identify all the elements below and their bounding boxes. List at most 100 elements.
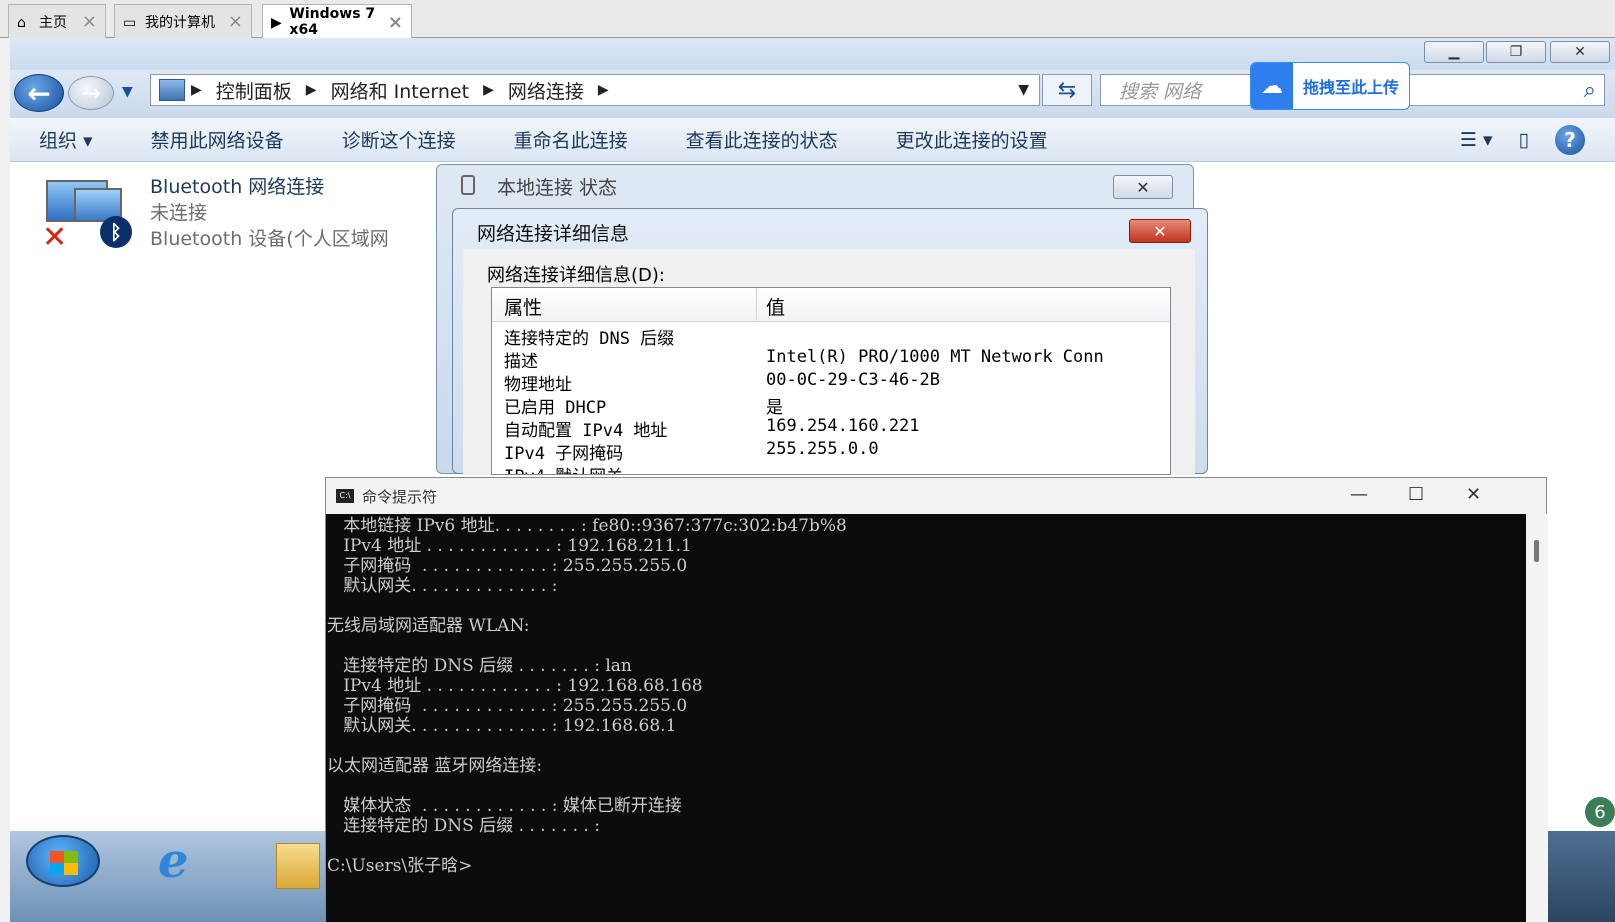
notification-badge[interactable]: 6 <box>1585 797 1615 827</box>
console-line: 以太网适配器 蓝牙网络连接: <box>327 756 543 776</box>
column-header-property[interactable]: 属性 <box>504 293 542 320</box>
refresh-button[interactable]: ⇆ <box>1042 74 1092 106</box>
upload-drop-zone[interactable]: ☁ 拖拽至此上传 <box>1250 62 1410 110</box>
vm-icon: ▶ <box>271 15 282 31</box>
view-status-button[interactable]: 查看此连接的状态 <box>657 126 867 153</box>
close-button[interactable]: ✕ <box>1466 484 1481 505</box>
console-line: IPv4 地址 . . . . . . . . . . . . : 192.16… <box>327 676 703 696</box>
view-options-icon[interactable]: ☰ ▾ <box>1460 129 1493 151</box>
change-settings-button[interactable]: 更改此连接的设置 <box>867 126 1077 153</box>
table-row[interactable]: 自动配置 IPv4 地址 169.254.160.221 <box>492 416 1170 441</box>
computer-icon: ▭ <box>123 14 137 31</box>
vm-tab-label: 我的计算机 <box>145 14 215 31</box>
upload-label: 拖拽至此上传 <box>1303 78 1400 97</box>
table-row[interactable]: IPv4 子网掩码 255.255.0.0 <box>492 439 1170 464</box>
console-line: IPv4 地址 . . . . . . . . . . . . : 192.16… <box>327 536 692 556</box>
chevron-right-icon[interactable]: ▶ <box>598 82 609 98</box>
console-output[interactable]: 本地链接 IPv6 地址. . . . . . . . : fe80::9367… <box>326 514 1526 922</box>
breadcrumb-network-internet[interactable]: 网络和 Internet <box>331 77 469 104</box>
property-cell: IPv4 默认网关 <box>504 462 623 474</box>
table-row[interactable]: IPv4 默认网关 <box>492 462 1170 474</box>
value-cell: Intel(R) PRO/1000 MT Network Conn <box>766 347 1104 367</box>
console-line: 本地链接 IPv6 地址. . . . . . . . : fe80::9367… <box>327 516 847 536</box>
maximize-button[interactable]: ☐ <box>1408 484 1424 505</box>
connection-name: Bluetooth 网络连接 <box>150 176 325 198</box>
value-cell: 255.255.0.0 <box>766 439 879 459</box>
scrollbar-thumb[interactable] <box>1534 540 1539 562</box>
bluetooth-icon: ᛒ <box>100 216 132 248</box>
scrollbar[interactable] <box>1526 514 1548 922</box>
minimize-button[interactable]: ▁ <box>1424 41 1484 63</box>
back-button[interactable]: ← <box>14 74 64 112</box>
console-line: 默认网关. . . . . . . . . . . . . : <box>327 576 558 596</box>
close-icon[interactable]: × <box>82 11 97 32</box>
diagnose-button[interactable]: 诊断这个连接 <box>313 126 485 153</box>
control-panel-icon <box>159 79 185 101</box>
history-dropdown-icon[interactable]: ▼ <box>122 84 133 100</box>
vm-tab-label: Windows 7 x64 <box>289 6 376 38</box>
console-line: 连接特定的 DNS 后缀 . . . . . . . : <box>327 816 600 836</box>
console-line: 子网掩码 . . . . . . . . . . . . : 255.255.2… <box>327 696 688 716</box>
list-item-bluetooth-connection[interactable]: ✕ ᛒ Bluetooth 网络连接 未连接 Bluetooth 设备(个人区域… <box>40 174 460 264</box>
rename-button[interactable]: 重命名此连接 <box>485 126 657 153</box>
preview-pane-icon[interactable]: ▯ <box>1519 129 1529 151</box>
value-cell: 是 <box>766 398 783 418</box>
disconnected-x-icon: ✕ <box>42 220 68 255</box>
breadcrumb-network-connections[interactable]: 网络连接 <box>508 77 584 104</box>
chevron-right-icon[interactable]: ▶ <box>191 82 202 98</box>
vm-tab-windows7[interactable]: ▶ Windows 7 x64 × <box>262 4 412 39</box>
table-row[interactable]: 描述 Intel(R) PRO/1000 MT Network Conn <box>492 347 1170 372</box>
chevron-down-icon[interactable]: ▼ <box>1018 82 1029 98</box>
list-header: 属性 值 <box>492 288 1170 322</box>
value-cell: 169.254.160.221 <box>766 416 920 436</box>
close-icon[interactable]: × <box>228 11 243 32</box>
console-line: 媒体状态 . . . . . . . . . . . . : 媒体已断开连接 <box>327 796 682 816</box>
property-cell: 自动配置 IPv4 地址 <box>504 421 668 441</box>
restore-button[interactable]: ❐ <box>1486 41 1546 63</box>
close-button[interactable]: ✕ <box>1550 41 1610 63</box>
minimize-button[interactable]: — <box>1350 484 1368 505</box>
property-cell: 已启用 DHCP <box>504 398 607 418</box>
chevron-right-icon[interactable]: ▶ <box>483 82 494 98</box>
close-button[interactable]: ✕ <box>1113 175 1173 199</box>
table-row[interactable]: 连接特定的 DNS 后缀 <box>492 324 1170 349</box>
cmd-icon: C:\ <box>336 489 354 503</box>
forward-button[interactable]: → <box>68 76 114 110</box>
console-line: 连接特定的 DNS 后缀 . . . . . . . : lan <box>327 656 632 676</box>
disable-device-button[interactable]: 禁用此网络设备 <box>122 126 313 153</box>
close-icon[interactable]: × <box>388 12 403 33</box>
cmd-title: 命令提示符 <box>362 488 438 506</box>
start-button[interactable] <box>26 835 100 887</box>
property-cell: IPv4 子网掩码 <box>504 444 624 464</box>
vm-tab-my-computer[interactable]: ▭ 我的计算机 × <box>114 4 252 38</box>
file-explorer-icon[interactable] <box>276 843 320 889</box>
console-line: 子网掩码 . . . . . . . . . . . . : 255.255.2… <box>327 556 688 576</box>
organize-menu[interactable]: 组织 ▾ <box>10 126 122 153</box>
value-cell: 00-0C-29-C3-46-2B <box>766 370 940 390</box>
internet-explorer-icon[interactable]: e <box>158 837 216 885</box>
vm-tab-home[interactable]: ⌂ 主页 × <box>8 4 106 38</box>
details-list[interactable]: 属性 值 连接特定的 DNS 后缀 描述 Intel(R) PRO/1000 MT … <box>491 287 1171 475</box>
console-line: C:\Users\张子晗> <box>327 856 473 876</box>
address-field[interactable]: ▶ 控制面板 ▶ 网络和 Internet ▶ 网络连接 ▶ ▼ <box>150 74 1040 106</box>
column-header-value[interactable]: 值 <box>766 293 785 320</box>
search-icon[interactable]: ⌕ <box>1584 78 1596 103</box>
help-icon[interactable]: ? <box>1555 124 1585 155</box>
table-row[interactable]: 已启用 DHCP 是 <box>492 393 1170 418</box>
details-label: 网络连接详细信息(D): <box>487 265 665 286</box>
close-button[interactable]: ✕ <box>1129 219 1191 243</box>
property-cell: 连接特定的 DNS 后缀 <box>504 329 675 349</box>
vm-tab-bar: ⌂ 主页 × ▭ 我的计算机 × ▶ Windows 7 x64 × <box>0 0 1615 39</box>
breadcrumb-control-panel[interactable]: 控制面板 <box>216 77 292 104</box>
cloud-icon: ☁ <box>1251 63 1293 109</box>
property-cell: 物理地址 <box>504 375 572 395</box>
chevron-right-icon[interactable]: ▶ <box>306 82 317 98</box>
connection-status: 未连接 <box>150 202 208 224</box>
table-row[interactable]: 物理地址 00-0C-29-C3-46-2B <box>492 370 1170 395</box>
vm-tab-label: 主页 <box>39 14 67 31</box>
